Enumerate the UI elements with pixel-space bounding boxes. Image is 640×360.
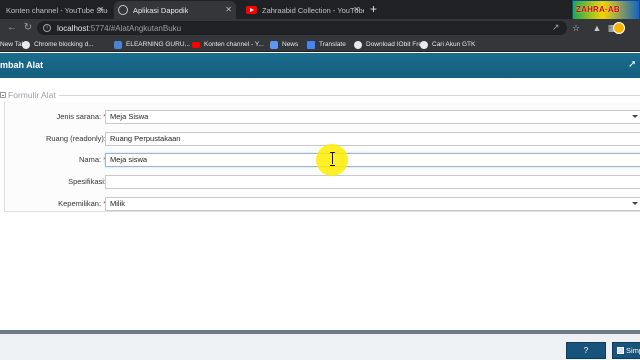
field-label: Kepemilikan:*	[58, 199, 106, 208]
channel-banner: ZAHRA·AB	[572, 0, 640, 21]
text-cursor-icon	[330, 152, 335, 166]
youtube-icon	[192, 41, 200, 48]
tab-title: Aplikasi Dapodik	[133, 5, 189, 15]
browser-tab-strip: Konten channel - YouTube Studio ✕ Aplika…	[0, 0, 640, 21]
field-label: Nama:*	[79, 155, 106, 164]
app-header: mbah Alat ➚	[0, 53, 640, 78]
save-icon	[617, 347, 624, 354]
globe-icon	[420, 40, 428, 49]
new-tab-button[interactable]: +	[370, 2, 377, 16]
save-label: Simpan	[626, 346, 640, 355]
close-icon[interactable]: ✕	[353, 5, 360, 14]
tab-aplikasi-dapodik[interactable]: Aplikasi Dapodik ✕	[114, 1, 236, 19]
globe-icon	[354, 40, 362, 49]
bookmark-label: Cari Akun GTK	[432, 41, 476, 48]
extensions-icon[interactable]: ▲	[591, 22, 603, 34]
globe-icon	[22, 40, 30, 49]
chevron-down-icon[interactable]	[632, 202, 638, 205]
help-button[interactable]: ?	[566, 342, 606, 359]
ruang-readonly-field: Ruang Perpustakaan	[105, 132, 640, 146]
bookmarks-bar: New Tab Chrome blocking d... ELEARNING G…	[0, 37, 640, 52]
bookmark-label: Konten channel - Y...	[204, 41, 264, 48]
bookmark-label: Chrome blocking d...	[34, 41, 94, 48]
bookmark-elearning-guru[interactable]: ELEARNING GURU...	[114, 39, 190, 50]
bookmark-label: News	[282, 41, 299, 48]
bookmark-download-iobit[interactable]: Download IObit Fre...	[354, 39, 427, 50]
tab-title: Konten channel - YouTube Studio	[6, 5, 108, 15]
url-path: :5774/#AlatAngkutanBuku	[88, 23, 182, 33]
back-icon[interactable]: ←	[6, 22, 18, 34]
bookmark-news[interactable]: News	[270, 39, 298, 50]
url-host: localhost	[57, 23, 89, 33]
bookmark-star-icon[interactable]: ☆	[570, 22, 582, 34]
save-button[interactable]: Simpan	[612, 342, 640, 359]
jenis-sarana-select[interactable]: Meja Siswa	[105, 110, 640, 124]
news-icon	[270, 40, 278, 49]
bookmark-konten-channel[interactable]: Konten channel - Y...	[192, 39, 264, 50]
fieldset-divider	[4, 95, 640, 96]
close-icon[interactable]: ✕	[225, 5, 232, 14]
address-bar[interactable]: i localhost :5774/#AlatAngkutanBuku ↗	[37, 21, 567, 35]
field-row-spesifikasi: Spesifikasi:	[0, 175, 640, 189]
profile-avatar[interactable]	[613, 22, 625, 34]
spesifikasi-input[interactable]	[105, 175, 640, 189]
field-row-jenis-sarana: Jenis sarana:* Meja Siswa	[0, 110, 640, 124]
reload-icon[interactable]: ↻	[22, 22, 34, 34]
field-label: Jenis sarana:*	[56, 112, 106, 121]
bookmark-label: ELEARNING GURU...	[126, 41, 190, 48]
banner-text: ZAHRA·AB	[576, 5, 620, 14]
tab-zahraabid-collection[interactable]: Zahraabid Collection - YouTube ✕	[242, 1, 364, 19]
form-area: Formulir Alat Jenis sarana:* Meja Siswa …	[0, 78, 640, 330]
field-row-ruang: Ruang (readonly): Ruang Perpustakaan	[0, 132, 640, 146]
elearning-icon	[114, 40, 122, 49]
collapse-icon[interactable]	[0, 92, 6, 98]
close-icon[interactable]: ✕	[97, 5, 104, 14]
globe-icon	[118, 5, 128, 15]
chevron-down-icon[interactable]	[632, 115, 638, 118]
bookmark-cari-akun-gtk[interactable]: Cari Akun GTK	[420, 39, 475, 50]
form-footer: ? Simpan	[0, 330, 640, 360]
pin-icon[interactable]: ➚	[628, 59, 636, 70]
info-icon[interactable]: i	[43, 24, 51, 32]
legend-label: Formulir Alat	[8, 90, 56, 100]
share-icon[interactable]: ↗	[552, 22, 560, 33]
bookmark-label: Download IObit Fre...	[366, 41, 428, 48]
page-title: mbah Alat	[0, 60, 44, 70]
youtube-icon	[246, 6, 257, 14]
bookmark-chrome-blocking[interactable]: Chrome blocking d...	[22, 39, 94, 50]
field-row-kepemilikan: Kepemilikan:* Milik	[0, 197, 640, 211]
tab-youtube-studio[interactable]: Konten channel - YouTube Studio ✕	[2, 1, 108, 19]
browser-toolbar: ← ↻ i localhost :5774/#AlatAngkutanBuku …	[0, 19, 640, 37]
bookmark-translate[interactable]: Translate	[307, 39, 346, 50]
field-label: Ruang (readonly):	[45, 134, 106, 143]
fieldset-legend[interactable]: Formulir Alat	[0, 90, 59, 100]
tab-title: Zahraabid Collection - YouTube	[262, 5, 364, 15]
field-label: Spesifikasi:	[68, 177, 106, 186]
nama-input[interactable]: Meja siswa	[105, 153, 640, 167]
translate-icon	[307, 40, 315, 49]
bookmark-label: Translate	[319, 41, 346, 48]
kepemilikan-select[interactable]: Milik	[105, 197, 640, 211]
